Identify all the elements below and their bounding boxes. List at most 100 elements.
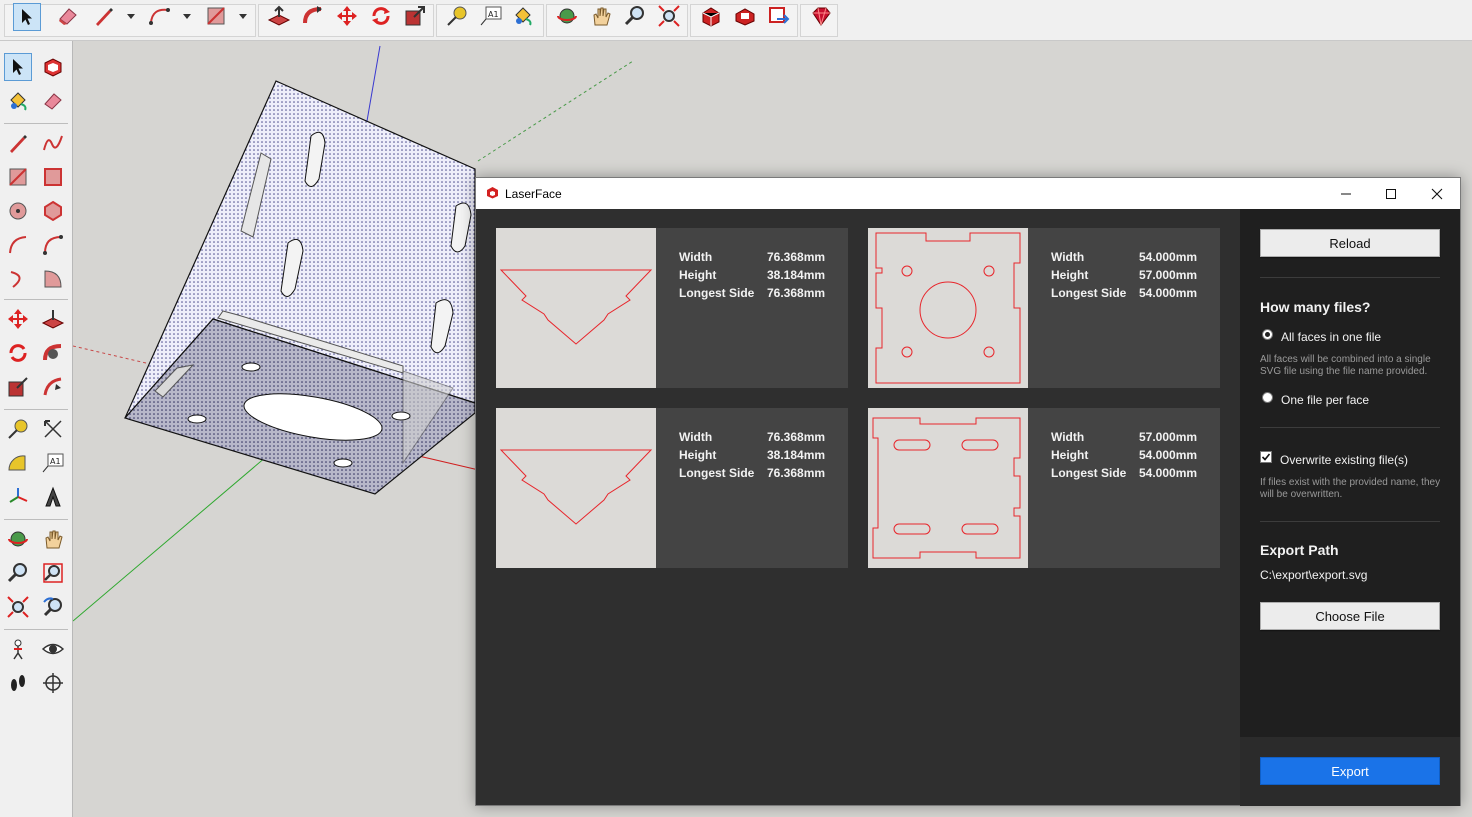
toolbar-divider — [4, 299, 68, 300]
window-titlebar[interactable]: LaserFace — [476, 178, 1460, 209]
zoom-icon[interactable] — [4, 559, 32, 587]
box-model[interactable] — [123, 80, 476, 495]
previous-view-icon[interactable] — [39, 593, 67, 621]
rotated-rectangle-icon[interactable] — [39, 163, 67, 191]
eraser-icon[interactable] — [56, 4, 80, 28]
arc-icon[interactable] — [148, 4, 172, 28]
per-face-radio[interactable] — [1262, 392, 1273, 403]
divider — [1260, 427, 1440, 428]
eraser-icon[interactable] — [39, 87, 67, 115]
three-point-arc-icon[interactable] — [4, 265, 32, 293]
single-file-radio[interactable] — [1262, 329, 1273, 340]
arc-icon[interactable] — [4, 231, 32, 259]
height-label: Height — [679, 268, 717, 282]
scale-icon[interactable] — [403, 4, 427, 28]
move-icon[interactable] — [335, 4, 359, 28]
tape-measure-icon[interactable] — [4, 415, 32, 443]
push-pull-icon[interactable] — [267, 4, 291, 28]
text-icon[interactable]: A1 — [39, 449, 67, 477]
overwrite-checkbox[interactable] — [1260, 451, 1272, 463]
axes-icon[interactable] — [4, 483, 32, 511]
face-card[interactable]: Width 76.368mm Height 38.184mm Longest S… — [496, 228, 848, 388]
move-icon[interactable] — [4, 305, 32, 333]
warehouse-icon[interactable] — [699, 4, 723, 28]
walk-icon[interactable] — [4, 669, 32, 697]
chevron-down-icon[interactable] — [183, 14, 191, 19]
extension-warehouse-icon[interactable] — [733, 4, 757, 28]
select-icon[interactable] — [4, 53, 32, 81]
3d-text-icon[interactable] — [39, 483, 67, 511]
options-sidebar: Reload How many files? All faces in one … — [1240, 209, 1460, 806]
face-card[interactable]: Width 57.000mm Height 54.000mm Longest S… — [868, 408, 1220, 568]
width-value: 57.000mm — [1139, 430, 1198, 444]
ruby-icon[interactable] — [809, 4, 833, 28]
longest-side-value: 76.368mm — [767, 466, 826, 480]
reload-button[interactable]: Reload — [1260, 229, 1440, 257]
width-label: Width — [1051, 430, 1085, 444]
paint-bucket-icon[interactable] — [4, 87, 32, 115]
zoom-extents-icon[interactable] — [4, 593, 32, 621]
face-card[interactable]: Width 54.000mm Height 57.000mm Longest S… — [868, 228, 1220, 388]
zoom-extents-icon[interactable] — [657, 4, 681, 28]
protractor-icon[interactable] — [4, 449, 32, 477]
select-icon[interactable] — [13, 3, 41, 31]
text-icon[interactable]: A1 — [479, 4, 503, 28]
line-icon[interactable] — [4, 129, 32, 157]
section-plane-icon[interactable] — [39, 669, 67, 697]
paint-bucket-icon[interactable] — [511, 4, 535, 28]
maximize-icon[interactable] — [1368, 178, 1414, 209]
blue-axis — [366, 45, 381, 122]
make-component-icon[interactable] — [39, 53, 67, 81]
sketchup-logo-icon — [486, 186, 499, 204]
divider — [1260, 521, 1440, 522]
toolbar-divider — [4, 629, 68, 630]
laserface-window: LaserFace Width 76.368mm Height 38.184mm… — [475, 177, 1461, 806]
pie-icon[interactable] — [39, 265, 67, 293]
longest-side-value: 76.368mm — [767, 286, 826, 300]
pan-icon[interactable] — [589, 4, 613, 28]
minimize-icon[interactable] — [1323, 178, 1369, 209]
height-label: Height — [679, 448, 717, 462]
toolbar-divider — [4, 409, 68, 410]
offset-icon[interactable] — [39, 373, 67, 401]
export-button[interactable]: Export — [1260, 757, 1440, 785]
face-card[interactable]: Width 76.368mm Height 38.184mm Longest S… — [496, 408, 848, 568]
position-camera-icon[interactable] — [4, 635, 32, 663]
per-face-label[interactable]: One file per face — [1281, 393, 1369, 407]
height-value: 38.184mm — [767, 448, 826, 462]
single-file-label[interactable]: All faces in one file — [1281, 330, 1381, 344]
freehand-icon[interactable] — [39, 129, 67, 157]
orbit-icon[interactable] — [4, 525, 32, 553]
width-value: 76.368mm — [767, 430, 826, 444]
rotate-icon[interactable] — [369, 4, 393, 28]
rotate-icon[interactable] — [4, 339, 32, 367]
rectangle-icon[interactable] — [204, 4, 228, 28]
pencil-icon[interactable] — [92, 4, 116, 28]
send-to-layout-icon[interactable] — [767, 4, 791, 28]
circle-icon[interactable] — [4, 197, 32, 225]
chevron-down-icon[interactable] — [127, 14, 135, 19]
scale-icon[interactable] — [4, 373, 32, 401]
chevron-down-icon[interactable] — [239, 14, 247, 19]
orbit-icon[interactable] — [555, 4, 579, 28]
zoom-window-icon[interactable] — [39, 559, 67, 587]
push-pull-icon[interactable] — [39, 305, 67, 333]
export-path-heading: Export Path — [1260, 542, 1339, 558]
green-axis — [73, 450, 274, 622]
rectangle-icon[interactable] — [4, 163, 32, 191]
overwrite-label[interactable]: Overwrite existing file(s) — [1280, 453, 1408, 467]
polygon-icon[interactable] — [39, 197, 67, 225]
two-point-arc-icon[interactable] — [39, 231, 67, 259]
svg-text:A1: A1 — [50, 457, 61, 466]
dimension-icon[interactable] — [39, 415, 67, 443]
pan-icon[interactable] — [39, 525, 67, 553]
look-around-icon[interactable] — [39, 635, 67, 663]
zoom-icon[interactable] — [623, 4, 647, 28]
choose-file-button[interactable]: Choose File — [1260, 602, 1440, 630]
height-label: Height — [1051, 448, 1089, 462]
close-icon[interactable] — [1414, 178, 1460, 209]
follow-me-icon[interactable] — [39, 339, 67, 367]
tape-measure-icon[interactable] — [445, 4, 469, 28]
overwrite-help: If files exist with the provided name, t… — [1260, 477, 1441, 500]
follow-me-icon[interactable] — [301, 4, 325, 28]
